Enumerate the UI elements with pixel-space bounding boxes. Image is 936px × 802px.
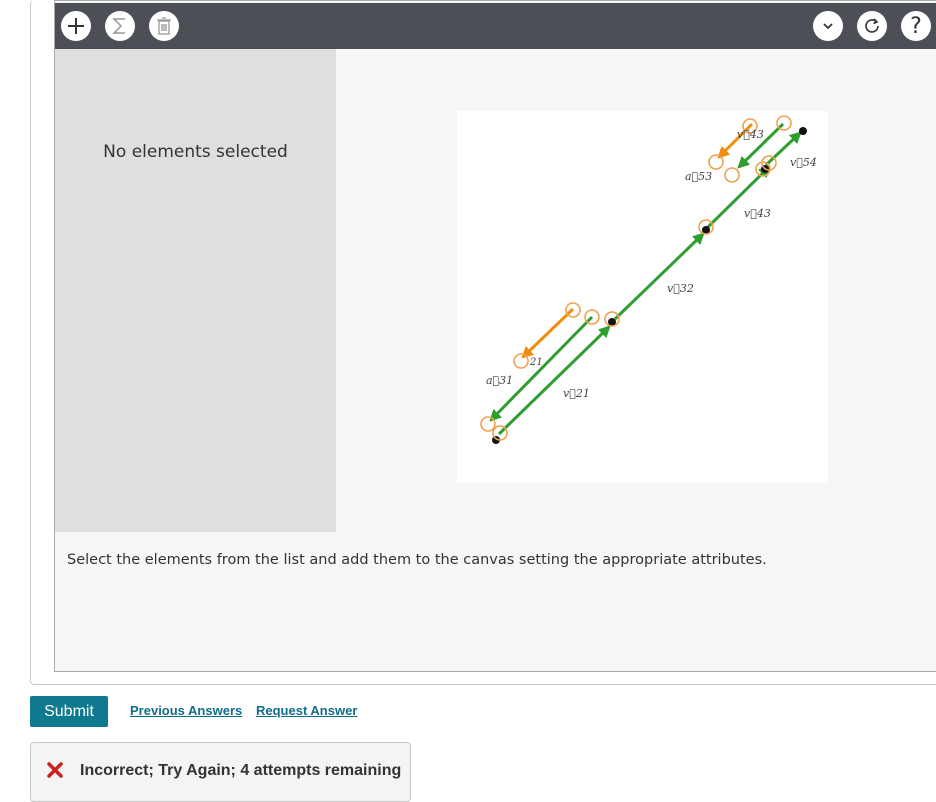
- vector-v32[interactable]: [613, 232, 705, 321]
- reset-icon: [865, 18, 879, 33]
- instructions-text: Select the elements from the list and ad…: [67, 552, 767, 568]
- label-v54: v⃗54: [790, 156, 817, 169]
- label-a31: a⃗31: [486, 374, 513, 387]
- previous-answers-link[interactable]: Previous Answers: [130, 703, 242, 718]
- help-button[interactable]: ?: [901, 11, 931, 41]
- vector-a31[interactable]: [489, 315, 594, 422]
- request-answer-link[interactable]: Request Answer: [256, 703, 357, 718]
- drag-handles[interactable]: [480, 115, 792, 441]
- vector-a21[interactable]: [521, 307, 575, 359]
- no-selection-text: No elements selected: [103, 142, 288, 162]
- sum-button[interactable]: [105, 11, 135, 41]
- add-button[interactable]: [61, 11, 91, 41]
- label-a53: a⃗53: [685, 170, 712, 183]
- label-v21: v⃗21: [563, 387, 590, 400]
- label-v32: v⃗32: [667, 282, 694, 295]
- reset-button[interactable]: [857, 11, 887, 41]
- drawing-canvas[interactable]: v⃗43 a⃗53 v⃗54 v⃗43 v⃗32 21 a⃗31 v⃗21: [457, 111, 828, 482]
- add-icon: [68, 18, 84, 34]
- delete-button[interactable]: [149, 11, 179, 41]
- toolbar: ?: [55, 3, 936, 49]
- submit-button[interactable]: Submit: [30, 696, 108, 727]
- help-icon: ?: [910, 13, 922, 39]
- error-x-icon: [47, 762, 63, 778]
- chevron-down-icon: [823, 23, 833, 30]
- sum-icon: [112, 18, 125, 34]
- trash-icon: [157, 17, 171, 35]
- feedback-box: Incorrect; Try Again; 4 attempts remaini…: [30, 742, 411, 802]
- label-v21-partial: 21: [529, 357, 543, 368]
- dropdown-button[interactable]: [813, 11, 843, 41]
- element-sidebar: No elements selected: [55, 49, 336, 532]
- feedback-message: Incorrect; Try Again; 4 attempts remaini…: [80, 762, 402, 779]
- vector-v21[interactable]: [497, 325, 611, 436]
- label-v43: v⃗43: [744, 207, 771, 220]
- label-v43-top: v⃗43: [737, 128, 764, 141]
- vector-diagram: v⃗43 a⃗53 v⃗54 v⃗43 v⃗32 21 a⃗31 v⃗21: [480, 115, 817, 444]
